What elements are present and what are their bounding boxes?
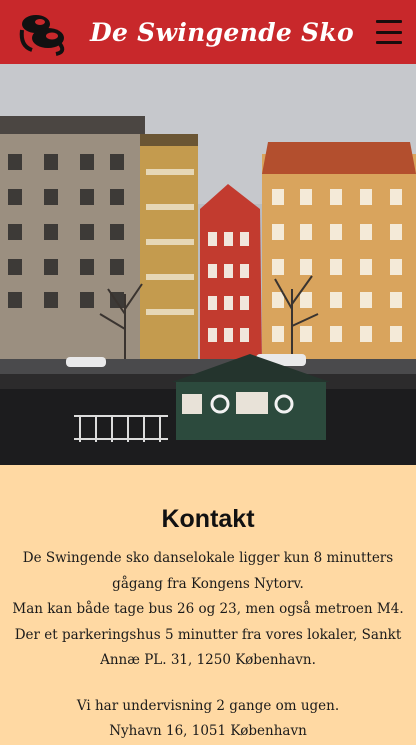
nyhavn-hero-image xyxy=(0,64,416,465)
site-title[interactable]: De Swingende Sko xyxy=(90,18,354,47)
address-line: Nyhavn 16, 1051 København xyxy=(109,723,307,739)
contact-heading: Kontakt xyxy=(161,505,255,533)
directions-line: Der et parkeringshus 5 minutter fra vore… xyxy=(14,626,402,643)
directions-line: gågang fra Kongens Nytorv. xyxy=(112,575,304,592)
directions-line: De Swingende sko danselokale ligger kun … xyxy=(22,550,394,566)
schedule-line: Vi har undervisning 2 gange om ugen. xyxy=(76,697,340,714)
directions-line: Man kan både tage bus 26 og 23, men også… xyxy=(12,601,404,617)
directions-line: Annæ PL. 31, 1250 København. xyxy=(100,652,316,668)
hamburger-menu-icon[interactable] xyxy=(375,20,402,44)
contact-directions-paragraph: De Swingende sko danselokale ligger kun … xyxy=(0,546,416,674)
contact-section: Kontakt De Swingende sko danselokale lig… xyxy=(0,465,416,745)
site-header: De Swingende Sko xyxy=(0,0,416,64)
contact-address-paragraph: Vi har undervisning 2 gange om ugen. Nyh… xyxy=(0,694,416,745)
dance-shoes-logo-icon[interactable] xyxy=(16,8,68,56)
